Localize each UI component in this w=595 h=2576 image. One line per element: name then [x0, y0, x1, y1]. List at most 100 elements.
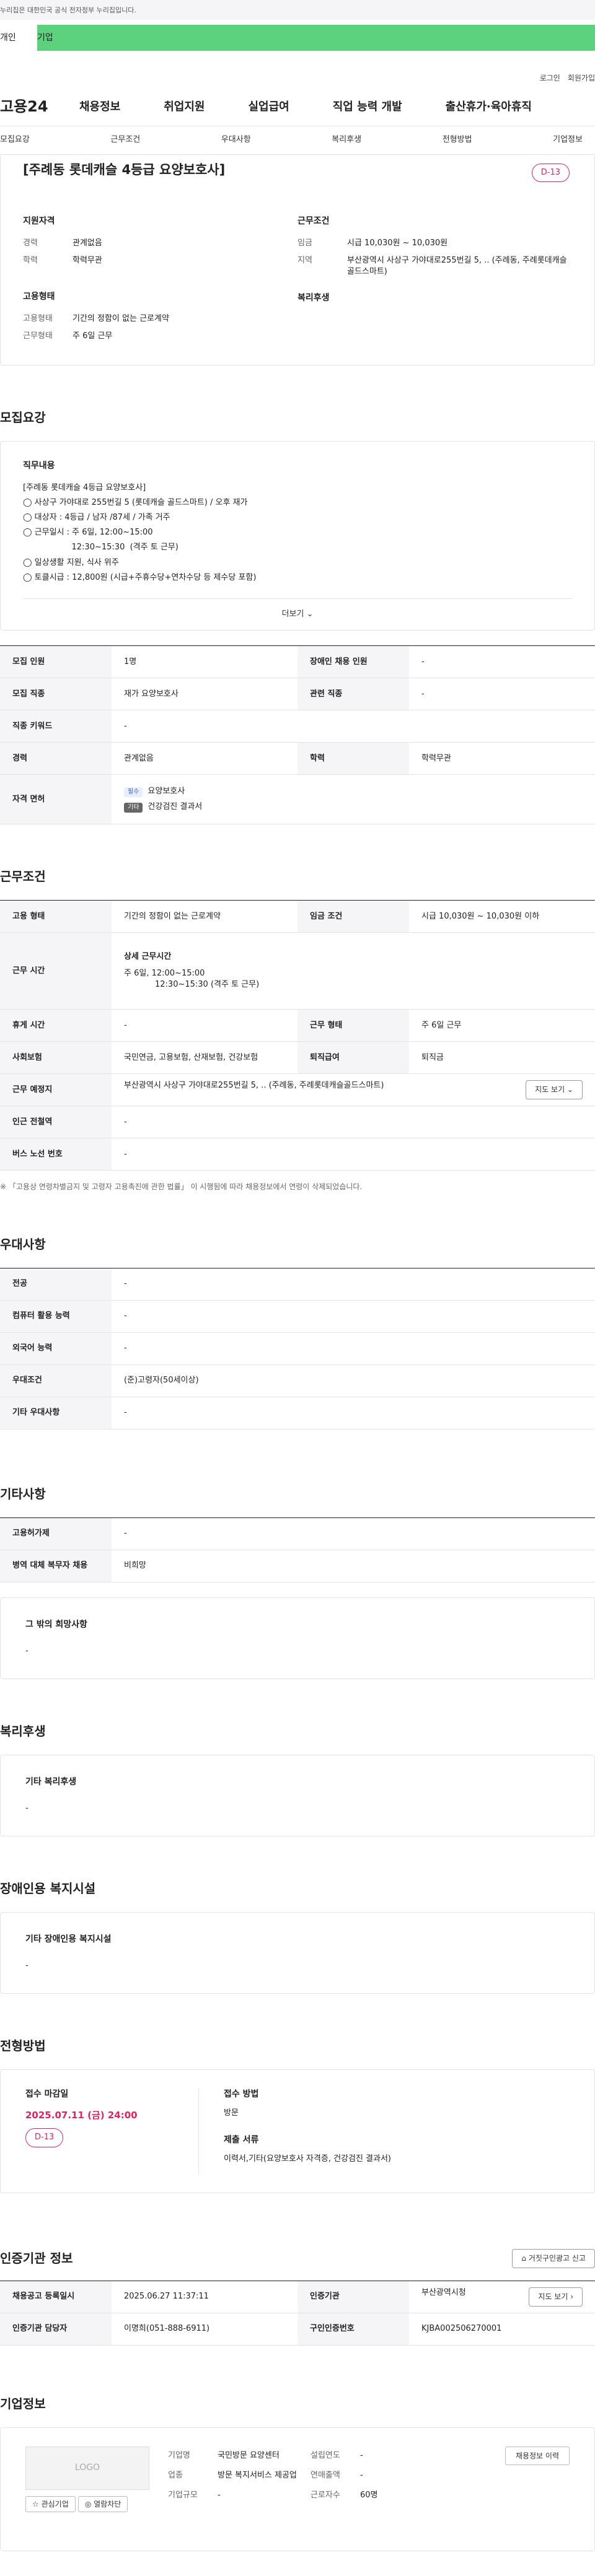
join-link[interactable]: 회원가입	[568, 73, 595, 88]
industry-label: 업종	[168, 2470, 183, 2480]
duty-line: ◯ 사상구 가야대로 255번길 5 (롯데캐슬 골드스마트) / 오후 재가	[23, 497, 248, 507]
pref-value: (준)고령자(50세이상)	[112, 1364, 595, 1397]
duty-line: 12:30~15:30 (격주 토 근무)	[23, 543, 178, 552]
map-button[interactable]: 지도 보기 ⌄	[526, 1080, 583, 1099]
conditions-heading: 근무조건	[298, 216, 330, 226]
nav-parental-leave[interactable]: 출산휴가·육아휴직	[446, 99, 532, 115]
area-label: 지역	[298, 255, 312, 265]
docs-value: 이력서,기타(요양보호사 자격증, 건강검진 결과서)	[224, 2154, 392, 2164]
edu-label: 학력	[298, 742, 409, 775]
method-heading: 접수 방법	[224, 2089, 259, 2099]
reg-value: 2025.06.27 11:37:11	[112, 2281, 298, 2313]
time-heading: 상세 근무시간	[124, 952, 172, 962]
rest-value: -	[112, 1009, 298, 1042]
hope-box: 그 밖의 희망사항 -	[0, 1597, 595, 1679]
anchor-recruit[interactable]: 모집요강	[0, 134, 30, 146]
user-type-tabs: 개인 기업	[0, 25, 595, 51]
num-label: 구인인증번호	[298, 2313, 409, 2346]
career-label: 경력	[23, 238, 38, 248]
wage-value: 시급 10,030원 ~ 10,030원 이하	[409, 900, 595, 933]
report-button[interactable]: ⌂ 거짓구인광고 신고	[512, 2248, 595, 2268]
job-value: 재가 요양보호사	[112, 678, 298, 711]
section-anchor-nav: 모집요강 근무조건 우대사항 복리후생 전형방법 기업정보	[0, 126, 595, 155]
permit-value: -	[112, 1517, 595, 1550]
tab-personal[interactable]: 개인	[0, 25, 37, 51]
anchor-welfare[interactable]: 복리후생	[332, 134, 361, 146]
size-label: 기업규모	[168, 2491, 198, 2500]
nav-unemployment-benefit[interactable]: 실업급여	[249, 99, 289, 115]
company-logo: LOGO	[25, 2446, 149, 2490]
anchor-company[interactable]: 기업정보	[553, 134, 583, 146]
place-value: 부산광역시 사상구 가야대로255번길 5, .. (주례동, 주례롯데캐슬골드…	[124, 1081, 384, 1091]
gov-notice-bar: 누리집은 대한민국 공식 전자정부 누리집입니다.	[0, 0, 595, 20]
pref-table: 전공 - 컴퓨터 활용 능력 - 외국어 능력 - 우대조건 (준)고령자(50세이상)…	[0, 1267, 595, 1430]
hope-value: -	[25, 1646, 29, 1656]
edu-label: 학력	[23, 255, 38, 265]
wage-label: 임금 조건	[298, 900, 409, 933]
agency-section-title: 인증기관 정보	[0, 2251, 73, 2266]
mgr-value: 이명희(051-888-6911)	[112, 2313, 298, 2346]
sales-value: -	[360, 2470, 363, 2480]
welfare-heading: 기타 복리후생	[25, 1776, 77, 1787]
agency-map-button[interactable]: 지도 보기 ›	[529, 2287, 583, 2307]
pref-section-title: 우대사항	[0, 1236, 46, 1252]
anchor-conditions[interactable]: 근무조건	[110, 134, 140, 146]
welfare-value: -	[25, 1804, 29, 1814]
related-label: 관련 직종	[298, 678, 409, 711]
block-button[interactable]: ◎ 열람차단	[77, 2495, 128, 2513]
anchor-preferences[interactable]: 우대사항	[221, 134, 251, 146]
year-value: -	[360, 2450, 363, 2460]
license-item: 요양보호사	[148, 787, 185, 797]
insurance-label: 사회보험	[0, 1041, 112, 1075]
work-table: 고용 형태 기간의 정함이 없는 근로계약 임금 조건 시급 10,030원 ~ 10…	[0, 900, 595, 1171]
year-label: 설립연도	[311, 2450, 340, 2460]
etc-badge: 기타	[124, 802, 143, 813]
lang-label: 외국어 능력	[0, 1332, 112, 1365]
emptype-label: 고용 형태	[0, 900, 112, 933]
disabled-value: -	[409, 645, 595, 679]
keyword-value: -	[112, 710, 595, 743]
welfare-heading: 복리후생	[298, 293, 330, 303]
nav-jobs[interactable]: 채용정보	[79, 99, 120, 115]
work-section-title: 근무조건	[0, 869, 46, 884]
nav-employment-support[interactable]: 취업지원	[164, 99, 205, 115]
more-button[interactable]: 더보기 ⌄	[23, 598, 572, 630]
nav-vocational-training[interactable]: 직업 능력 개발	[333, 99, 402, 115]
dday-badge: D-13	[25, 2128, 64, 2147]
military-label: 병역 대체 복무자 채용	[0, 1550, 112, 1583]
disabled-label: 장애인 채용 인원	[298, 645, 409, 679]
major-label: 전공	[0, 1268, 112, 1301]
method-value: 방문	[224, 2108, 239, 2118]
history-button[interactable]: 채용정보 이력	[505, 2446, 570, 2466]
global-nav: 고용24 채용정보 취업지원 실업급여 직업 능력 개발 출산휴가·육아휴직	[0, 88, 595, 126]
process-box: 접수 마감일 2025.07.11 (금) 24:00 D-13 접수 방법 방…	[0, 2069, 595, 2193]
license-value: 필수 요양보호사 기타 건강검진 결과서	[112, 774, 595, 825]
job-summary-card: [주례동 롯데캐슬 4등급 요양보호사] D-13 지원자격 경력 관계없음 학력…	[0, 155, 595, 365]
other-table: 고용허가제 - 병역 대체 복무자 채용 비희망	[0, 1517, 595, 1583]
form-value: 주 6일 근무	[409, 1009, 595, 1042]
disabled-heading: 기타 장애인용 복지시설	[25, 1934, 112, 1944]
company-section-title: 기업정보	[0, 2396, 46, 2411]
org-label: 인증기관	[298, 2281, 409, 2313]
job-title: [주례동 롯데캐슬 4등급 요양보호사]	[23, 162, 226, 177]
industry-value: 방문 복지서비스 제공업	[218, 2470, 297, 2480]
sales-label: 연매출액	[311, 2470, 340, 2480]
utility-menu: 로그인 회원가입	[0, 51, 595, 88]
job-label: 모집 직종	[0, 678, 112, 711]
subway-value: -	[112, 1106, 595, 1139]
area-value: 부산광역시 사상구 가야대로255번길 5, .. (주례동, 주례롯데캐슬골드…	[347, 255, 567, 276]
required-badge: 필수	[124, 787, 143, 798]
employment-heading: 고용형태	[23, 291, 55, 302]
agency-table: 채용공고 등록일시 2025.06.27 11:37:11 인증기관 부산광역시청 지도…	[0, 2280, 595, 2346]
reg-label: 채용공고 등록일시	[0, 2281, 112, 2313]
mgr-label: 인증기관 담당자	[0, 2313, 112, 2346]
anchor-process[interactable]: 전형방법	[443, 134, 472, 146]
duty-line: ◯ 대상자 : 4등급 / 남자 /87세 / 가족 거주	[23, 512, 170, 522]
career-value: 관계없음	[112, 742, 298, 775]
site-logo[interactable]: 고용24	[0, 97, 79, 118]
disabled-section-title: 장애인용 복지시설	[0, 1880, 96, 1896]
tab-corporate[interactable]: 기업	[37, 25, 103, 51]
fav-company-button[interactable]: ☆ 관심기업	[25, 2495, 76, 2513]
wage-value: 시급 10,030원 ~ 10,030원	[347, 238, 448, 248]
login-link[interactable]: 로그인	[540, 73, 560, 88]
